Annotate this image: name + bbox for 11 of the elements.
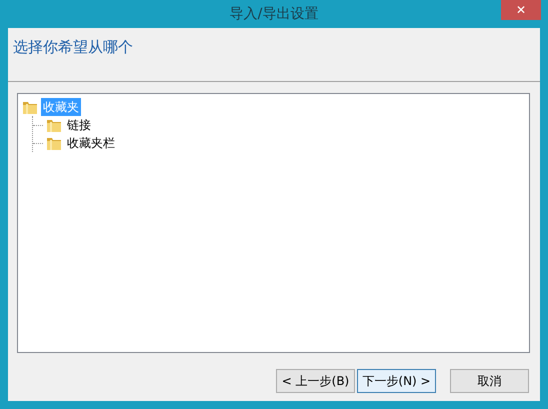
wizard-button[interactable]: 取消 bbox=[450, 369, 529, 393]
close-button[interactable]: ✕ bbox=[501, 0, 541, 20]
tree-item[interactable]: 链接 bbox=[65, 116, 93, 134]
wizard-button[interactable]: 下一步(N) > bbox=[357, 369, 436, 393]
folder-icon bbox=[22, 100, 38, 114]
folder-icon bbox=[46, 118, 62, 132]
wizard-button[interactable]: < 上一步(B) bbox=[276, 369, 355, 393]
window-title: 导入/导出设置 bbox=[230, 4, 318, 24]
tree-item[interactable]: 收藏夹栏 bbox=[65, 134, 117, 152]
folder-icon bbox=[46, 136, 62, 150]
instruction-text: 选择你希望从哪个 bbox=[13, 38, 133, 56]
